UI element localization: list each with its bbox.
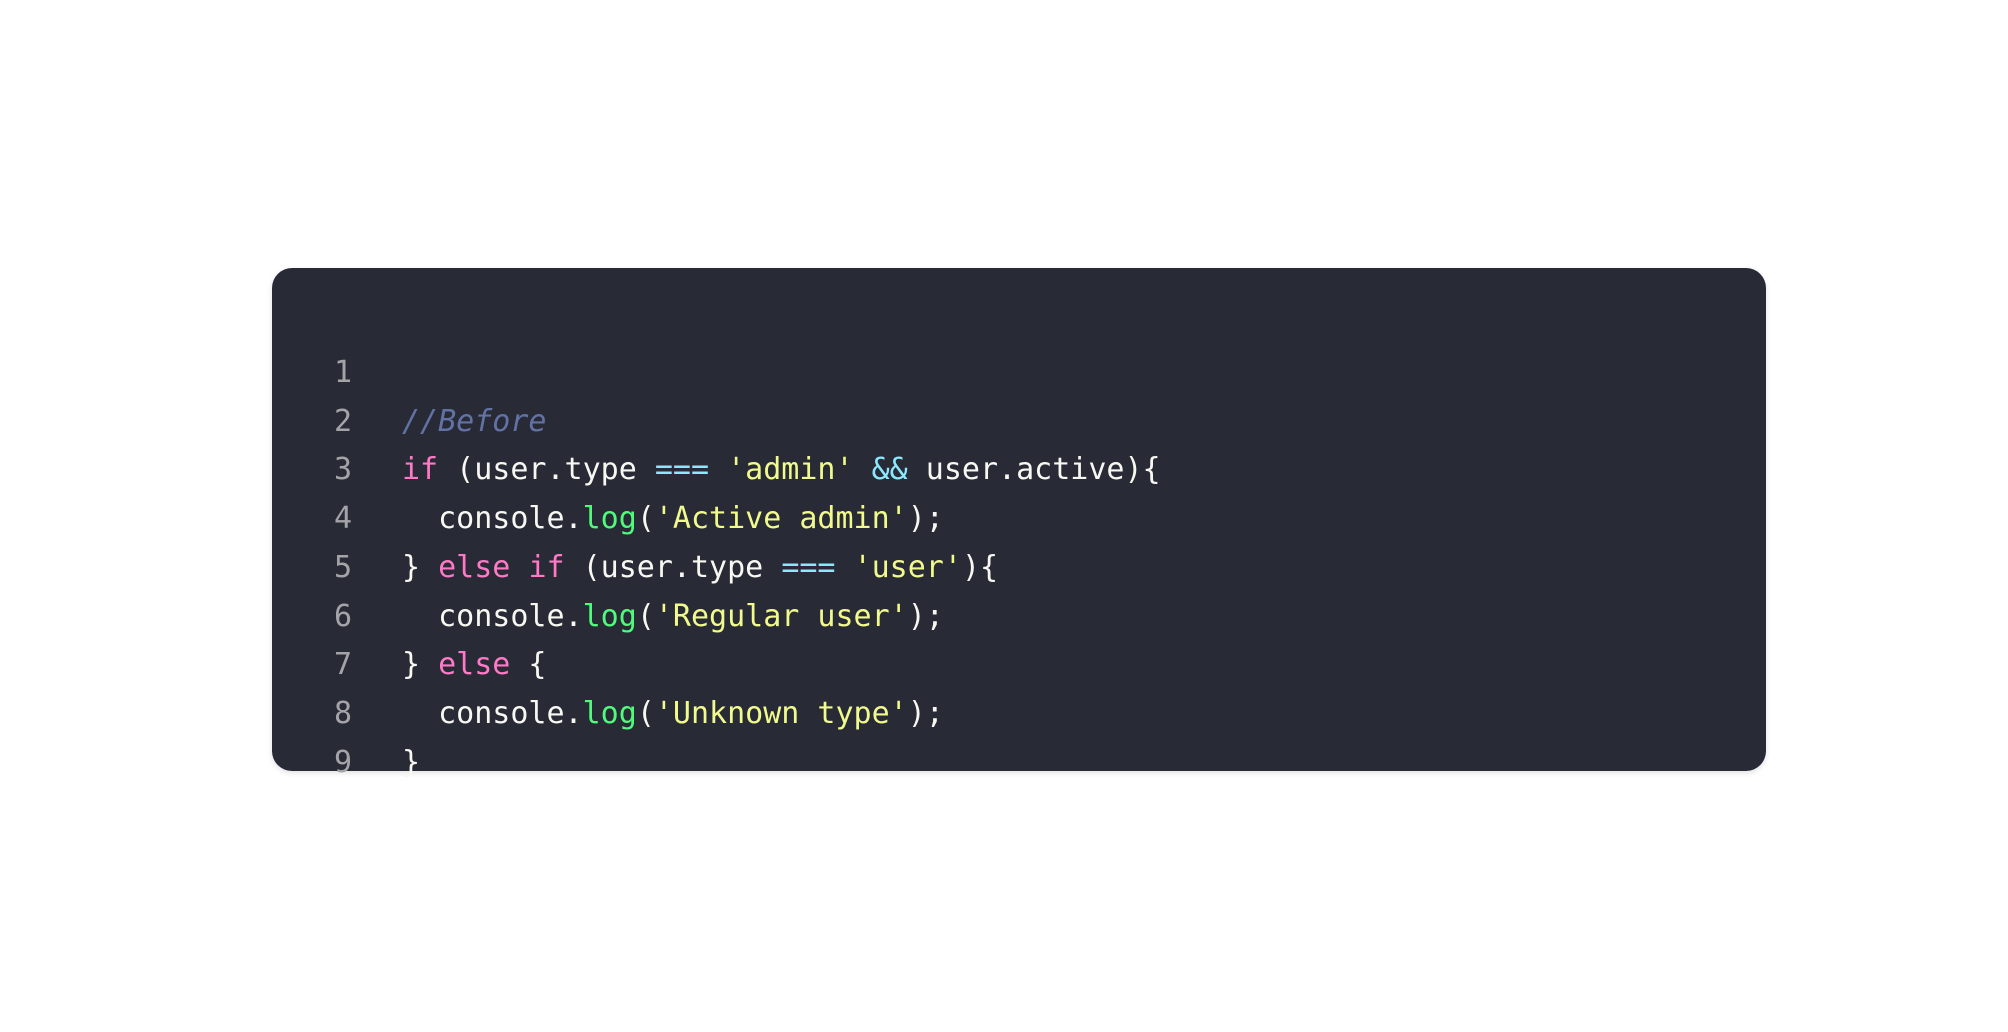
code-line: 7 console.log('Unknown type');	[272, 593, 1766, 731]
line-number: 9	[333, 744, 352, 780]
code-line: 6 } else {	[272, 544, 1766, 683]
code-block: 1 //Before 2 if (user.type === 'admin' &…	[272, 268, 1766, 780]
code-line: 5 console.log('Regular user');	[272, 495, 1766, 634]
code-line: 3 console.log('Active admin');	[272, 398, 1766, 536]
code-token: }	[402, 744, 421, 780]
code-line: 8 }	[272, 641, 1766, 780]
line-code: }	[402, 739, 420, 788]
code-line: 2 if (user.type === 'admin' && user.acti…	[272, 349, 1766, 488]
code-line: 9	[272, 690, 1766, 780]
code-lines: 1 //Before 2 if (user.type === 'admin' &…	[272, 300, 1766, 780]
code-line: 4 } else if (user.type === 'user'){	[272, 446, 1766, 585]
code-line: 1 //Before	[272, 300, 1766, 439]
